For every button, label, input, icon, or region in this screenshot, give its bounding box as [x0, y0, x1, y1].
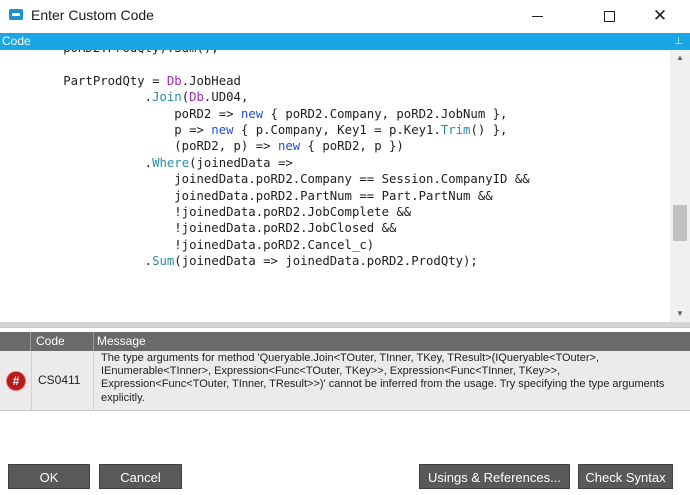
code-token: Join [152, 90, 182, 105]
code-token: poRD2.ProdQty).Sum(); [4, 50, 218, 55]
code-line[interactable]: joinedData.poRD2.Company == Session.Comp… [4, 171, 530, 187]
close-icon: ✕ [652, 5, 668, 26]
code-token: !joinedData.poRD2.JobComplete && [4, 205, 412, 220]
code-token: .UD04, [203, 90, 249, 105]
code-token: Db [166, 73, 182, 88]
title-bar: Enter Custom Code ✕ [0, 0, 690, 32]
code-panel-title: Code [2, 34, 31, 48]
pin-icon[interactable]: ⊥ [674, 33, 683, 50]
code-token: (joinedData => joinedData.poRD2.ProdQty)… [174, 254, 478, 269]
error-code: CS0411 [38, 373, 81, 387]
code-token: . [4, 254, 153, 269]
column-header-message[interactable]: Message [97, 334, 146, 348]
code-token: PartProdQty = [4, 73, 167, 88]
check-syntax-button[interactable]: Check Syntax [578, 464, 673, 489]
code-line[interactable]: .Where(joinedData => [4, 155, 530, 171]
vertical-scrollbar[interactable]: ▲ ▼ [670, 50, 690, 322]
code-token: joinedData.poRD2.Company == Session.Comp… [4, 172, 530, 187]
column-header-code[interactable]: Code [36, 334, 65, 348]
code-line[interactable]: p => new { p.Company, Key1 = p.Key1.Trim… [4, 122, 530, 138]
code-token: !joinedData.poRD2.Cancel_c) [4, 237, 375, 252]
code-line[interactable]: !joinedData.poRD2.Cancel_c) [4, 237, 530, 253]
code-token: { poRD2.Company, poRD2.JobNum }, [263, 106, 508, 121]
error-list: Code Message # CS0411 The type arguments… [0, 327, 690, 455]
code-line[interactable]: poRD2 => new { poRD2.Company, poRD2.JobN… [4, 106, 530, 122]
error-icon: # [7, 372, 25, 390]
scroll-thumb[interactable] [673, 205, 687, 242]
code-token: { p.Company, Key1 = p.Key1. [233, 123, 441, 138]
code-token: new [277, 139, 301, 154]
usings-references-button[interactable]: Usings & References... [419, 464, 570, 489]
code-token: . [4, 90, 153, 105]
code-token: Trim [440, 123, 471, 138]
maximize-button[interactable] [586, 0, 632, 32]
code-line[interactable]: !joinedData.poRD2.JobClosed && [4, 220, 530, 236]
code-line[interactable] [4, 56, 530, 72]
column-header-icon[interactable] [0, 332, 31, 351]
close-button[interactable]: ✕ [637, 0, 683, 32]
code-token: () }, [470, 123, 508, 138]
column-divider [93, 332, 94, 351]
app-icon [9, 9, 23, 20]
code-token: ( [181, 90, 190, 105]
maximize-icon [603, 10, 615, 22]
error-message: The type arguments for method 'Queryable… [101, 352, 665, 404]
code-token: Sum [152, 254, 175, 269]
code-editor[interactable]: poRD2.ProdQty).Sum(); PartProdQty = Db.J… [0, 50, 670, 322]
dialog-footer: OK Cancel Usings & References... Check S… [0, 455, 690, 495]
code-token: Db [189, 90, 204, 105]
code-line[interactable]: PartProdQty = Db.JobHead [4, 73, 530, 89]
window-title: Enter Custom Code [31, 7, 154, 23]
code-token: { poRD2, p }) [300, 139, 404, 154]
code-text[interactable]: poRD2.ProdQty).Sum(); PartProdQty = Db.J… [4, 50, 530, 270]
code-line[interactable]: !joinedData.poRD2.JobComplete && [4, 204, 530, 220]
code-token: Where [152, 155, 190, 170]
minimize-button[interactable] [514, 0, 560, 32]
ok-button[interactable]: OK [8, 464, 90, 489]
cancel-button[interactable]: Cancel [99, 464, 182, 489]
code-token: (poRD2, p) => [4, 139, 278, 154]
code-line[interactable]: .Sum(joinedData => joinedData.poRD2.Prod… [4, 253, 530, 269]
code-line[interactable]: (poRD2, p) => new { poRD2, p }) [4, 138, 530, 154]
scroll-up-arrow-icon[interactable]: ▲ [670, 50, 690, 66]
code-token: new [211, 123, 234, 138]
code-panel-header: Code ⊥ [0, 33, 690, 50]
code-token: new [240, 106, 264, 121]
code-token: (joinedData => [189, 155, 293, 170]
code-token: .JobHead [181, 73, 241, 88]
code-token: !joinedData.poRD2.JobClosed && [4, 221, 397, 236]
minimize-icon [531, 15, 543, 17]
code-line[interactable]: joinedData.poRD2.PartNum == Part.PartNum… [4, 188, 530, 204]
column-divider [93, 351, 94, 411]
code-token: poRD2 => [4, 106, 241, 121]
scroll-down-arrow-icon[interactable]: ▼ [670, 306, 690, 322]
column-divider [31, 351, 32, 411]
code-token: joinedData.poRD2.PartNum == Part.PartNum… [4, 188, 493, 203]
error-row[interactable]: # CS0411 The type arguments for method '… [0, 351, 690, 411]
code-token: . [4, 155, 153, 170]
code-token: p => [4, 123, 212, 138]
code-line[interactable]: .Join(Db.UD04, [4, 89, 530, 105]
error-list-header: Code Message [0, 332, 690, 351]
